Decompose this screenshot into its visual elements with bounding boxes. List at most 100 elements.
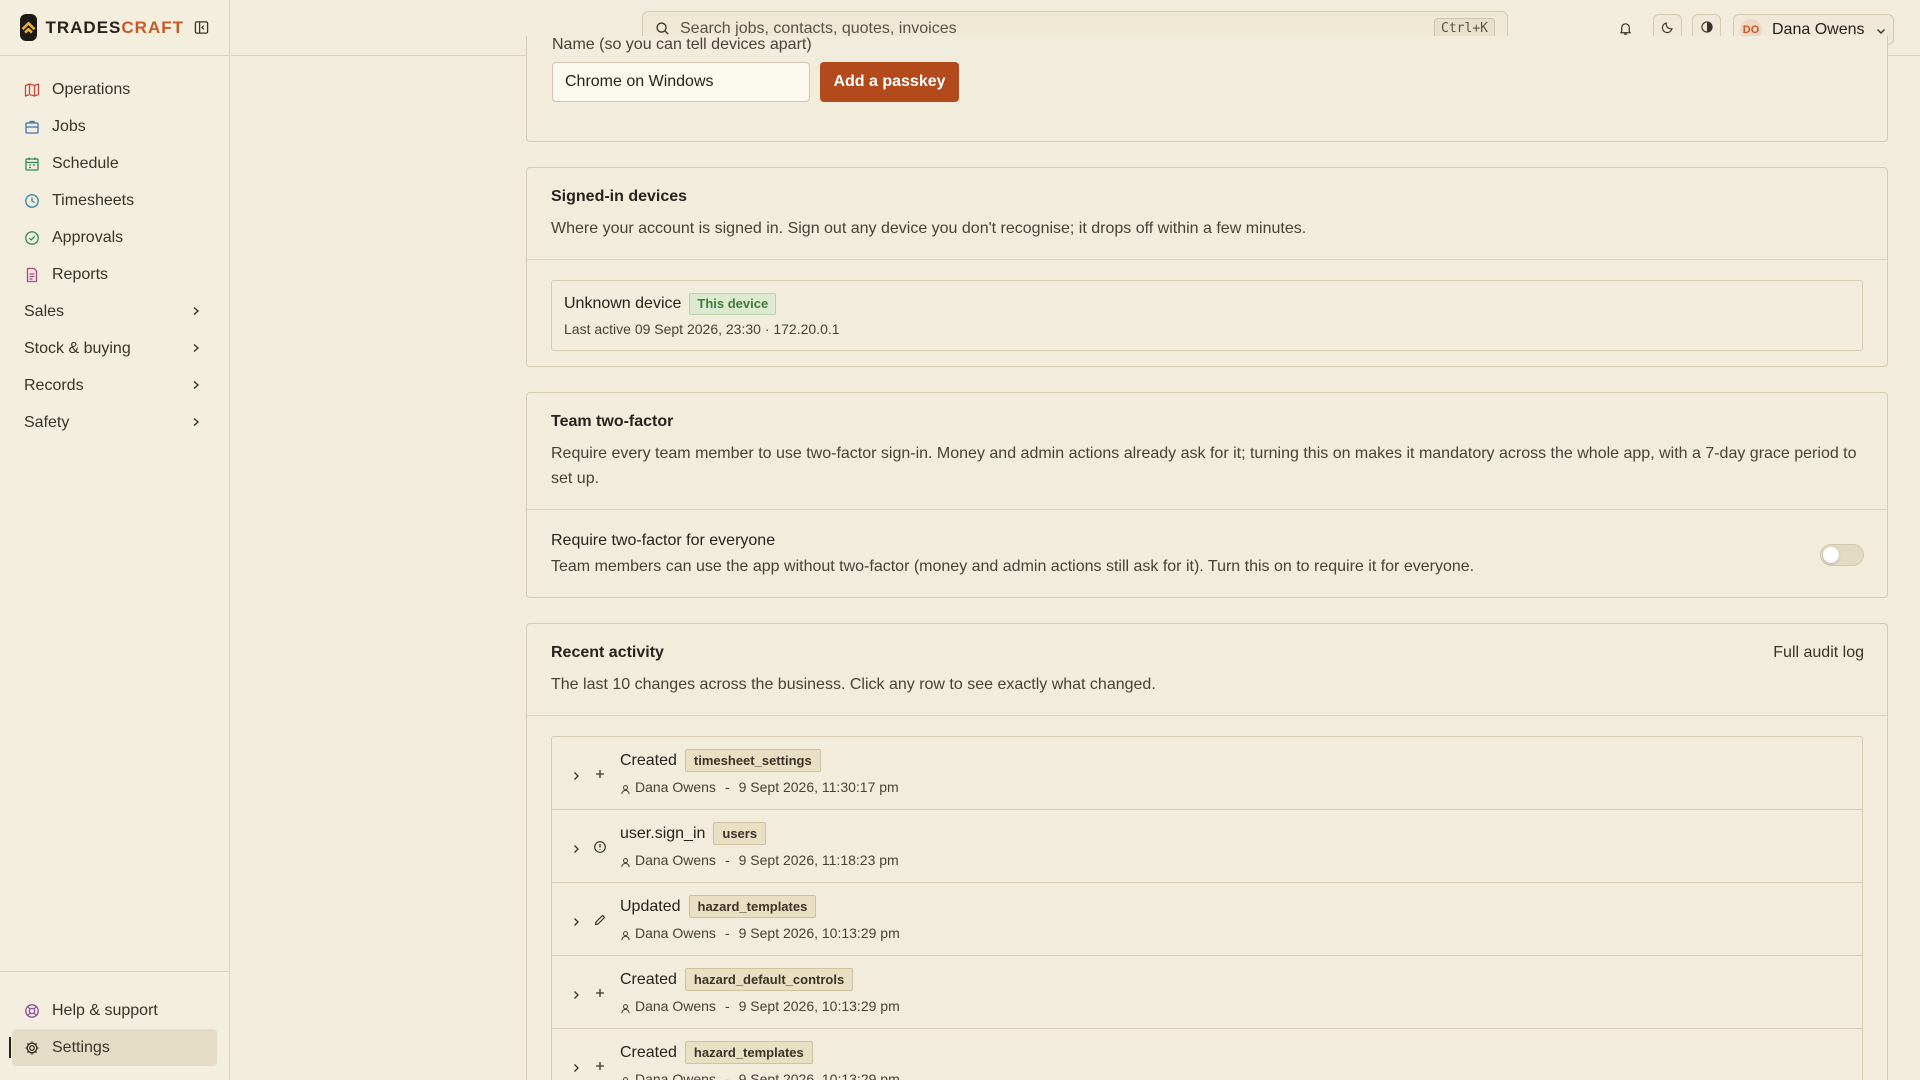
sidebar-group-records[interactable]: Records [0,367,229,404]
check-circle-icon [24,230,40,246]
sidebar-item-operations[interactable]: Operations [0,71,229,108]
activity-meta: Dana Owens -9 Sept 2026, 11:18:23 pm [620,852,899,868]
chevron-down-icon [1875,24,1887,36]
activity-meta: Dana Owens -9 Sept 2026, 10:13:29 pm [620,998,900,1014]
sidebar-group-stock-buying[interactable]: Stock & buying [0,330,229,367]
activity-action: user.sign_in users [620,822,767,845]
activity-action: Created timesheet_settings [620,749,821,772]
sidebar-item-label: Reports [52,265,109,283]
sidebar: TRADESCRAFT Operations Jobs Schedule Tim… [0,0,230,1080]
plus-icon [593,766,607,780]
sidebar-item-label: Settings [52,1038,110,1056]
lifebuoy-icon [24,1003,40,1019]
sidebar-bottom: Help & support Settings [0,971,229,1080]
sidebar-item-approvals[interactable]: Approvals [0,219,229,256]
table-tag: timesheet_settings [684,749,821,772]
sidebar-item-label: Operations [52,80,131,98]
activity-action: Updated hazard_templates [620,895,817,918]
toggle-title: Require two-factor for everyone [551,532,776,549]
chevron-right-icon [191,340,201,358]
activity-row[interactable]: Created timesheet_settings Dana Owens -9 S… [552,737,1862,810]
card-title: Signed-in devices [551,188,688,205]
sidebar-item-label: Schedule [52,154,119,172]
sidebar-group-safety[interactable]: Safety [0,404,229,441]
activity-list: Created timesheet_settings Dana Owens -9 S… [551,736,1863,1080]
toggle-description: Team members can use the app without two… [551,558,1475,575]
calendar-icon [24,156,40,172]
person-icon [620,782,631,794]
toggle-knob [1823,547,1839,563]
chevron-right-icon[interactable] [570,986,582,999]
table-tag: users [713,822,767,845]
passkey-name-input[interactable] [552,62,810,102]
chevron-right-icon[interactable] [570,767,582,780]
chevron-right-icon[interactable] [570,840,582,853]
activity-row[interactable]: Updated hazard_templates Dana Owens -9 Sep… [552,883,1862,956]
signed-in-devices-card: Signed-in devices Where your account is … [526,167,1888,367]
sidebar-group-label: Sales [24,302,65,320]
full-audit-log-link[interactable]: Full audit log [1773,644,1864,662]
file-icon [24,267,40,283]
chevron-right-icon[interactable] [570,913,582,926]
gear-icon [24,1040,40,1056]
search-icon [655,21,670,36]
card-header: Signed-in devices Where your account is … [527,168,1887,260]
person-icon [620,928,631,940]
device-last-active: Last active 09 Sept 2026, 23:30 · 172.20… [564,321,840,337]
card-description: Require every team member to use two-fac… [551,445,1857,487]
device-row[interactable]: Unknown device This device Last active 0… [551,280,1863,351]
collapse-sidebar-icon[interactable] [194,20,209,35]
card-description: Where your account is signed in. Sign ou… [551,220,1307,237]
require-two-factor-row: Require two-factor for everyone Team mem… [527,510,1887,598]
clock-icon [24,193,40,209]
brand-logo[interactable] [20,14,38,41]
plus-icon [593,985,607,999]
person-icon [620,1001,631,1013]
sidebar-item-help[interactable]: Help & support [0,992,229,1029]
card-title: Team two-factor [551,413,674,430]
sidebar-item-settings[interactable]: Settings [9,1029,217,1066]
require-two-factor-toggle[interactable] [1820,544,1864,566]
sidebar-item-jobs[interactable]: Jobs [0,108,229,145]
sidebar-item-label: Approvals [52,228,124,246]
activity-action: Created hazard_default_controls [620,968,854,991]
card-title: Recent activity [551,644,664,661]
activity-row[interactable]: user.sign_in users Dana Owens -9 Sept 2026… [552,810,1862,883]
plus-icon [593,1058,607,1072]
add-passkey-button[interactable]: Add a passkey [820,62,959,102]
sidebar-item-label: Jobs [52,117,86,135]
sidebar-group-label: Safety [24,413,70,431]
building-icon [24,119,40,135]
activity-meta: Dana Owens -9 Sept 2026, 11:30:17 pm [620,779,899,795]
pencil-icon [593,912,607,926]
person-icon [620,855,631,867]
chevron-right-icon [191,377,201,395]
sidebar-item-reports[interactable]: Reports [0,256,229,293]
chevron-right-icon [191,303,201,321]
passkey-name-label: Name (so you can tell devices apart) [552,36,812,53]
search-placeholder: Search jobs, contacts, quotes, invoices [680,19,957,37]
activity-action: Created hazard_templates [620,1041,813,1064]
sidebar-item-schedule[interactable]: Schedule [0,145,229,182]
this-device-badge: This device [689,293,777,315]
passkey-card: Name (so you can tell devices apart) Add… [526,36,1888,142]
activity-meta: Dana Owens -9 Sept 2026, 10:13:29 pm [620,1071,900,1080]
sidebar-nav: Operations Jobs Schedule Timesheets Appr… [0,56,229,441]
sidebar-group-label: Records [24,376,84,394]
device-name: Unknown device This device [564,293,1850,315]
card-description: The last 10 changes across the business.… [551,676,1156,693]
activity-row[interactable]: Created hazard_templates Dana Owens -9 Sep… [552,1029,1862,1080]
brand: TRADESCRAFT [0,0,229,56]
team-two-factor-card: Team two-factor Require every team membe… [526,392,1888,598]
table-tag: hazard_templates [684,1041,813,1064]
activity-meta: Dana Owens -9 Sept 2026, 10:13:29 pm [620,925,900,941]
chevron-right-icon[interactable] [570,1059,582,1072]
activity-row[interactable]: Created hazard_default_controls Dana Owen… [552,956,1862,1029]
sidebar-item-timesheets[interactable]: Timesheets [0,182,229,219]
sidebar-item-label: Timesheets [52,191,135,209]
sidebar-group-sales[interactable]: Sales [0,293,229,330]
info-icon [593,839,607,853]
person-icon [620,1074,631,1080]
table-tag: hazard_templates [688,895,817,918]
card-header: Recent activity The last 10 changes acro… [527,624,1887,716]
